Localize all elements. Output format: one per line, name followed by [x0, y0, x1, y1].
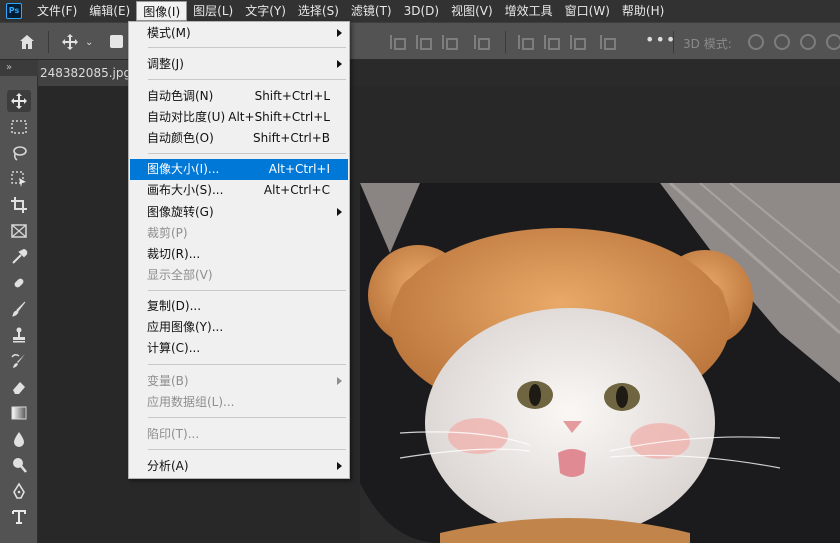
menu-item-trap: 陷印(T)... — [147, 427, 200, 441]
menu-item-adjustments[interactable]: 调整(J) — [130, 54, 348, 75]
align-right-icon[interactable] — [442, 35, 458, 50]
submenu-arrow-icon — [337, 377, 342, 385]
more-options-icon[interactable]: ••• — [645, 31, 676, 49]
submenu-arrow-icon — [337, 208, 342, 216]
3d-roll-icon[interactable] — [774, 34, 790, 50]
auto-select-checkbox[interactable] — [110, 35, 123, 48]
dodge-tool-icon[interactable] — [7, 454, 31, 476]
type-tool-icon[interactable] — [7, 506, 31, 528]
menu-item-trim[interactable]: 裁切(R)... — [130, 244, 348, 265]
image-menu-dropdown: 模式(M) 调整(J) 自动色调(N) Shift+Ctrl+L 自动对比度(U)… — [128, 21, 350, 479]
menu-filter[interactable]: 滤镜(T) — [345, 1, 398, 21]
menu-item-reveal-all: 显示全部(V) — [147, 268, 213, 282]
menu-separator — [148, 47, 346, 48]
menu-item-apply-image[interactable]: 应用图像(Y)... — [130, 317, 348, 338]
align-hcenter-icon[interactable] — [416, 35, 432, 50]
frame-tool-icon[interactable] — [7, 220, 31, 242]
menu-item-image-rotation[interactable]: 图像旋转(G) — [130, 202, 348, 223]
menu-window[interactable]: 窗口(W) — [559, 1, 616, 21]
photoshop-logo-icon: Ps — [6, 3, 22, 19]
crop-tool-icon[interactable] — [7, 194, 31, 216]
menu-item-apply-data-set: 应用数据组(L)... — [147, 395, 235, 409]
distribute-vertical-icon[interactable] — [600, 35, 616, 50]
menu-separator — [148, 364, 346, 365]
menu-separator — [148, 153, 346, 154]
eyedropper-tool-icon[interactable] — [7, 246, 31, 268]
chevron-down-icon[interactable]: ⌄ — [85, 34, 93, 52]
menu-image[interactable]: 图像(I) — [136, 1, 188, 21]
submenu-arrow-icon — [337, 60, 342, 68]
menu-select[interactable]: 选择(S) — [292, 1, 345, 21]
history-brush-tool-icon[interactable] — [7, 350, 31, 372]
3d-slide-icon[interactable] — [826, 34, 840, 50]
align-vcenter-icon[interactable] — [544, 35, 560, 50]
menu-bar: Ps 文件(F) 编辑(E) 图像(I) 图层(L) 文字(Y) 选择(S) 滤… — [0, 0, 840, 22]
menu-edit[interactable]: 编辑(E) — [83, 1, 136, 21]
menu-item-calculations[interactable]: 计算(C)... — [130, 338, 348, 359]
3d-pan-icon[interactable] — [800, 34, 816, 50]
menu-separator — [148, 417, 346, 418]
gradient-tool-icon[interactable] — [7, 402, 31, 424]
menu-separator — [148, 79, 346, 80]
toolbar-collapse-toggle[interactable]: » — [0, 60, 38, 76]
eraser-tool-icon[interactable] — [7, 376, 31, 398]
marquee-tool-icon[interactable] — [7, 116, 31, 138]
menu-view[interactable]: 视图(V) — [445, 1, 499, 21]
menu-item-auto-tone[interactable]: 自动色调(N) Shift+Ctrl+L — [130, 86, 348, 107]
menu-plugins[interactable]: 增效工具 — [499, 1, 559, 21]
move-tool-icon[interactable] — [7, 90, 31, 112]
divider — [48, 31, 49, 53]
menu-item-image-size[interactable]: 图像大小(I)... Alt+Ctrl+I — [130, 159, 348, 180]
pen-tool-icon[interactable] — [7, 480, 31, 502]
submenu-arrow-icon — [337, 462, 342, 470]
menu-item-duplicate[interactable]: 复制(D)... — [130, 296, 348, 317]
document-tab[interactable]: 248382085.jpg @ — [38, 60, 138, 86]
menu-type[interactable]: 文字(Y) — [239, 1, 292, 21]
brush-tool-icon[interactable] — [7, 298, 31, 320]
menu-3d[interactable]: 3D(D) — [398, 1, 445, 21]
3d-orbit-icon[interactable] — [748, 34, 764, 50]
3d-mode-label: 3D 模式: — [683, 37, 732, 51]
align-top-icon[interactable] — [518, 35, 534, 50]
align-left-icon[interactable] — [390, 35, 406, 50]
menu-separator — [148, 449, 346, 450]
menu-separator — [148, 290, 346, 291]
divider — [505, 31, 506, 53]
object-selection-tool-icon[interactable] — [7, 168, 31, 190]
menu-item-crop: 裁剪(P) — [147, 226, 188, 240]
menu-item-canvas-size[interactable]: 画布大小(S)... Alt+Ctrl+C — [130, 180, 348, 201]
distribute-horizontal-icon[interactable] — [474, 35, 490, 50]
submenu-arrow-icon — [337, 29, 342, 37]
canvas-photo-cat-in-bear-hat[interactable] — [360, 183, 840, 543]
options-bar: ⌄ ••• 3D 模式: — [0, 22, 840, 60]
clone-stamp-tool-icon[interactable] — [7, 324, 31, 346]
lasso-tool-icon[interactable] — [7, 142, 31, 164]
move-tool-preset-icon[interactable] — [61, 33, 79, 51]
cat-photo-image — [360, 183, 840, 543]
menu-item-auto-contrast[interactable]: 自动对比度(U) Alt+Shift+Ctrl+L — [130, 107, 348, 128]
menu-help[interactable]: 帮助(H) — [616, 1, 670, 21]
tools-panel — [0, 76, 38, 543]
menu-layer[interactable]: 图层(L) — [187, 1, 239, 21]
healing-brush-tool-icon[interactable] — [7, 272, 31, 294]
menu-item-mode[interactable]: 模式(M) — [130, 23, 348, 44]
divider — [673, 31, 674, 53]
menu-item-analysis[interactable]: 分析(A) — [130, 456, 348, 477]
home-icon[interactable] — [18, 33, 36, 51]
menu-file[interactable]: 文件(F) — [31, 1, 83, 21]
blur-tool-icon[interactable] — [7, 428, 31, 450]
align-bottom-icon[interactable] — [570, 35, 586, 50]
menu-item-variables: 变量(B) — [130, 371, 348, 392]
menu-item-auto-color[interactable]: 自动颜色(O) Shift+Ctrl+B — [130, 128, 348, 149]
